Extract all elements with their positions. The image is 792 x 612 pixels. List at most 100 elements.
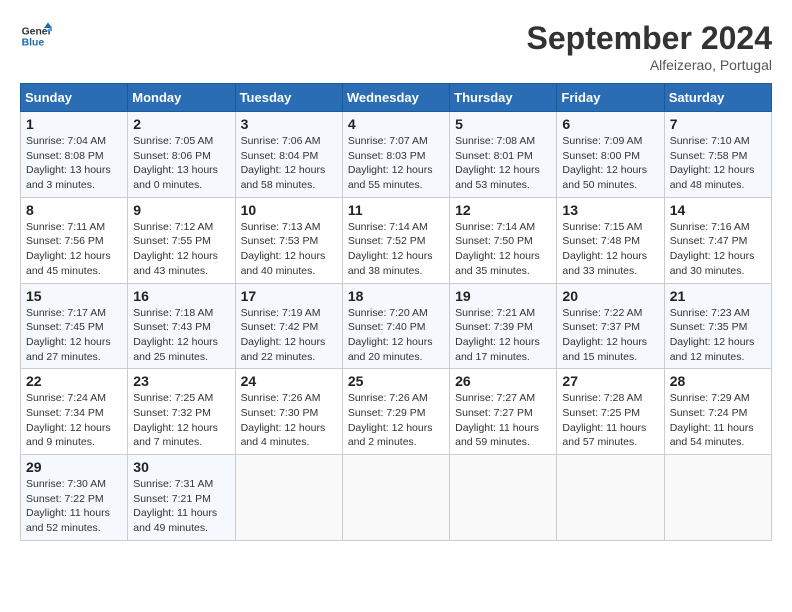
calendar-cell: 20 Sunrise: 7:22 AMSunset: 7:37 PMDayligh… [557,283,664,369]
day-info: Sunrise: 7:26 AMSunset: 7:30 PMDaylight:… [241,391,337,450]
day-info: Sunrise: 7:24 AMSunset: 7:34 PMDaylight:… [26,391,122,450]
day-info: Sunrise: 7:06 AMSunset: 8:04 PMDaylight:… [241,134,337,193]
logo: General Blue [20,20,52,52]
calendar-cell: 24 Sunrise: 7:26 AMSunset: 7:30 PMDayligh… [235,369,342,455]
day-number: 6 [562,116,658,132]
month-title: September 2024 [527,20,772,57]
weekday-header-friday: Friday [557,84,664,112]
day-info: Sunrise: 7:17 AMSunset: 7:45 PMDaylight:… [26,306,122,365]
calendar-cell [235,455,342,541]
calendar-cell: 14 Sunrise: 7:16 AMSunset: 7:47 PMDayligh… [664,197,771,283]
day-number: 10 [241,202,337,218]
calendar-cell: 28Sunrise: 7:29 AMSunset: 7:24 PMDayligh… [664,369,771,455]
day-info: Sunrise: 7:23 AMSunset: 7:35 PMDaylight:… [670,306,766,365]
calendar-cell: 12Sunrise: 7:14 AMSunset: 7:50 PMDayligh… [450,197,557,283]
day-info: Sunrise: 7:22 AMSunset: 7:37 PMDaylight:… [562,306,658,365]
calendar-cell [342,455,449,541]
day-number: 16 [133,288,229,304]
calendar-cell: 19Sunrise: 7:21 AMSunset: 7:39 PMDayligh… [450,283,557,369]
calendar-cell: 17 Sunrise: 7:19 AMSunset: 7:42 PMDayligh… [235,283,342,369]
weekday-header-monday: Monday [128,84,235,112]
calendar-cell [557,455,664,541]
week-row-2: 8 Sunrise: 7:11 AMSunset: 7:56 PMDaylight… [21,197,772,283]
calendar-cell: 6 Sunrise: 7:09 AMSunset: 8:00 PMDaylight… [557,112,664,198]
calendar-cell: 10 Sunrise: 7:13 AMSunset: 7:53 PMDayligh… [235,197,342,283]
calendar-cell: 22 Sunrise: 7:24 AMSunset: 7:34 PMDayligh… [21,369,128,455]
day-info: Sunrise: 7:16 AMSunset: 7:47 PMDaylight:… [670,220,766,279]
day-number: 24 [241,373,337,389]
day-number: 22 [26,373,122,389]
title-area: September 2024 Alfeizerao, Portugal [527,20,772,73]
day-info: Sunrise: 7:31 AMSunset: 7:21 PMDaylight:… [133,477,229,536]
day-number: 7 [670,116,766,132]
day-info: Sunrise: 7:12 AMSunset: 7:55 PMDaylight:… [133,220,229,279]
calendar-cell: 5Sunrise: 7:08 AMSunset: 8:01 PMDaylight… [450,112,557,198]
day-info: Sunrise: 7:21 AMSunset: 7:39 PMDaylight:… [455,306,551,365]
calendar-cell [450,455,557,541]
day-number: 20 [562,288,658,304]
location: Alfeizerao, Portugal [527,57,772,73]
day-info: Sunrise: 7:11 AMSunset: 7:56 PMDaylight:… [26,220,122,279]
calendar-cell: 4 Sunrise: 7:07 AMSunset: 8:03 PMDaylight… [342,112,449,198]
weekday-header-sunday: Sunday [21,84,128,112]
calendar-cell: 15 Sunrise: 7:17 AMSunset: 7:45 PMDayligh… [21,283,128,369]
calendar-cell: 26Sunrise: 7:27 AMSunset: 7:27 PMDayligh… [450,369,557,455]
weekday-header-tuesday: Tuesday [235,84,342,112]
day-info: Sunrise: 7:13 AMSunset: 7:53 PMDaylight:… [241,220,337,279]
calendar-cell: 30 Sunrise: 7:31 AMSunset: 7:21 PMDayligh… [128,455,235,541]
day-number: 25 [348,373,444,389]
day-info: Sunrise: 7:19 AMSunset: 7:42 PMDaylight:… [241,306,337,365]
day-number: 2 [133,116,229,132]
weekday-header-wednesday: Wednesday [342,84,449,112]
weekday-header-row: SundayMondayTuesdayWednesdayThursdayFrid… [21,84,772,112]
week-row-1: 1Sunrise: 7:04 AMSunset: 8:08 PMDaylight… [21,112,772,198]
calendar-table: SundayMondayTuesdayWednesdayThursdayFrid… [20,83,772,541]
week-row-4: 22 Sunrise: 7:24 AMSunset: 7:34 PMDayligh… [21,369,772,455]
day-number: 27 [562,373,658,389]
weekday-header-thursday: Thursday [450,84,557,112]
day-info: Sunrise: 7:10 AMSunset: 7:58 PMDaylight:… [670,134,766,193]
day-number: 3 [241,116,337,132]
day-number: 8 [26,202,122,218]
calendar-cell: 18Sunrise: 7:20 AMSunset: 7:40 PMDayligh… [342,283,449,369]
calendar-cell: 8 Sunrise: 7:11 AMSunset: 7:56 PMDaylight… [21,197,128,283]
day-number: 28 [670,373,766,389]
day-number: 9 [133,202,229,218]
calendar-cell: 7 Sunrise: 7:10 AMSunset: 7:58 PMDaylight… [664,112,771,198]
calendar-cell: 21 Sunrise: 7:23 AMSunset: 7:35 PMDayligh… [664,283,771,369]
day-number: 29 [26,459,122,475]
day-info: Sunrise: 7:07 AMSunset: 8:03 PMDaylight:… [348,134,444,193]
calendar-cell: 2 Sunrise: 7:05 AMSunset: 8:06 PMDaylight… [128,112,235,198]
day-info: Sunrise: 7:26 AMSunset: 7:29 PMDaylight:… [348,391,444,450]
day-number: 1 [26,116,122,132]
day-number: 30 [133,459,229,475]
day-number: 11 [348,202,444,218]
day-number: 4 [348,116,444,132]
day-info: Sunrise: 7:09 AMSunset: 8:00 PMDaylight:… [562,134,658,193]
calendar-cell: 27 Sunrise: 7:28 AMSunset: 7:25 PMDayligh… [557,369,664,455]
day-info: Sunrise: 7:15 AMSunset: 7:48 PMDaylight:… [562,220,658,279]
day-number: 12 [455,202,551,218]
day-number: 14 [670,202,766,218]
calendar-cell: 9 Sunrise: 7:12 AMSunset: 7:55 PMDaylight… [128,197,235,283]
day-number: 15 [26,288,122,304]
day-info: Sunrise: 7:30 AMSunset: 7:22 PMDaylight:… [26,477,122,536]
calendar-cell: 1Sunrise: 7:04 AMSunset: 8:08 PMDaylight… [21,112,128,198]
page-header: General Blue September 2024 Alfeizerao, … [20,20,772,73]
day-info: Sunrise: 7:28 AMSunset: 7:25 PMDaylight:… [562,391,658,450]
day-info: Sunrise: 7:18 AMSunset: 7:43 PMDaylight:… [133,306,229,365]
calendar-cell [664,455,771,541]
day-number: 5 [455,116,551,132]
day-number: 18 [348,288,444,304]
week-row-3: 15 Sunrise: 7:17 AMSunset: 7:45 PMDayligh… [21,283,772,369]
calendar-cell: 23Sunrise: 7:25 AMSunset: 7:32 PMDayligh… [128,369,235,455]
logo-icon: General Blue [20,20,52,52]
day-info: Sunrise: 7:05 AMSunset: 8:06 PMDaylight:… [133,134,229,193]
svg-text:General: General [22,26,52,37]
day-number: 13 [562,202,658,218]
day-number: 21 [670,288,766,304]
calendar-cell: 29 Sunrise: 7:30 AMSunset: 7:22 PMDayligh… [21,455,128,541]
day-info: Sunrise: 7:25 AMSunset: 7:32 PMDaylight:… [133,391,229,450]
weekday-header-saturday: Saturday [664,84,771,112]
day-number: 17 [241,288,337,304]
